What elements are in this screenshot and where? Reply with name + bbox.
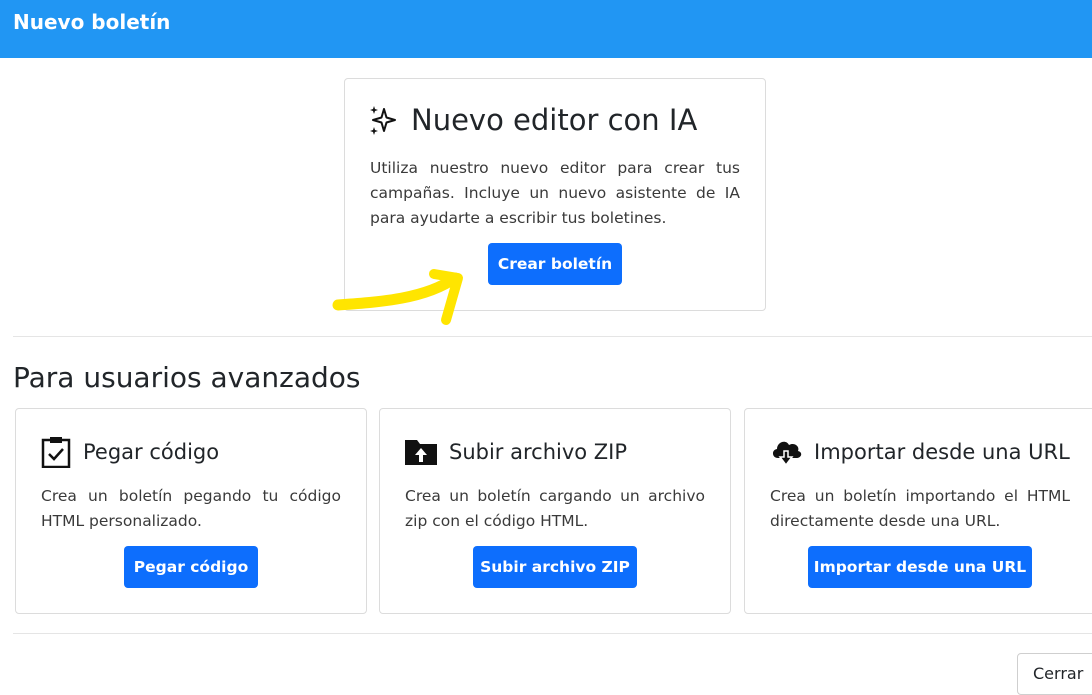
upload-zip-title: Subir archivo ZIP [449,440,628,464]
paste-code-button[interactable]: Pegar código [124,546,258,588]
modal-title: Nuevo boletín [13,10,171,34]
section-divider [13,336,1092,337]
paste-code-description: Crea un boletín pegando tu código HTML p… [41,487,341,530]
upload-zip-button[interactable]: Subir archivo ZIP [473,546,637,588]
upload-zip-heading: Subir archivo ZIP [405,435,627,469]
ai-card-title: Nuevo editor con IA [411,103,698,137]
ai-card-heading: Nuevo editor con IA [369,103,697,137]
cloud-download-icon [770,438,802,466]
upload-zip-description: Crea un boletín cargando un archivo zip … [405,487,705,530]
sparkles-icon [369,105,399,135]
close-button[interactable]: Cerrar [1017,653,1092,695]
footer-divider [13,633,1092,634]
paste-code-heading: Pegar código [41,435,219,469]
modal-header: Nuevo boletín [0,0,1092,58]
import-url-description: Crea un boletín importando el HTML direc… [770,487,1070,530]
upload-zip-card: Subir archivo ZIP Crea un boletín cargan… [379,408,731,614]
import-url-button[interactable]: Importar desde una URL [808,546,1032,588]
highlight-arrow-icon [332,269,463,325]
folder-upload-icon [405,438,437,466]
paste-code-card: Pegar código Crea un boletín pegando tu … [15,408,367,614]
advanced-section-title: Para usuarios avanzados [13,361,361,394]
ai-card-description: Utiliza nuestro nuevo editor para crear … [370,159,740,227]
import-url-heading: Importar desde una URL [770,435,1070,469]
import-url-title: Importar desde una URL [814,440,1070,464]
import-url-card: Importar desde una URL Crea un boletín i… [744,408,1092,614]
paste-code-title: Pegar código [83,440,220,464]
clipboard-check-icon [41,436,71,468]
create-newsletter-button[interactable]: Crear boletín [488,243,622,285]
